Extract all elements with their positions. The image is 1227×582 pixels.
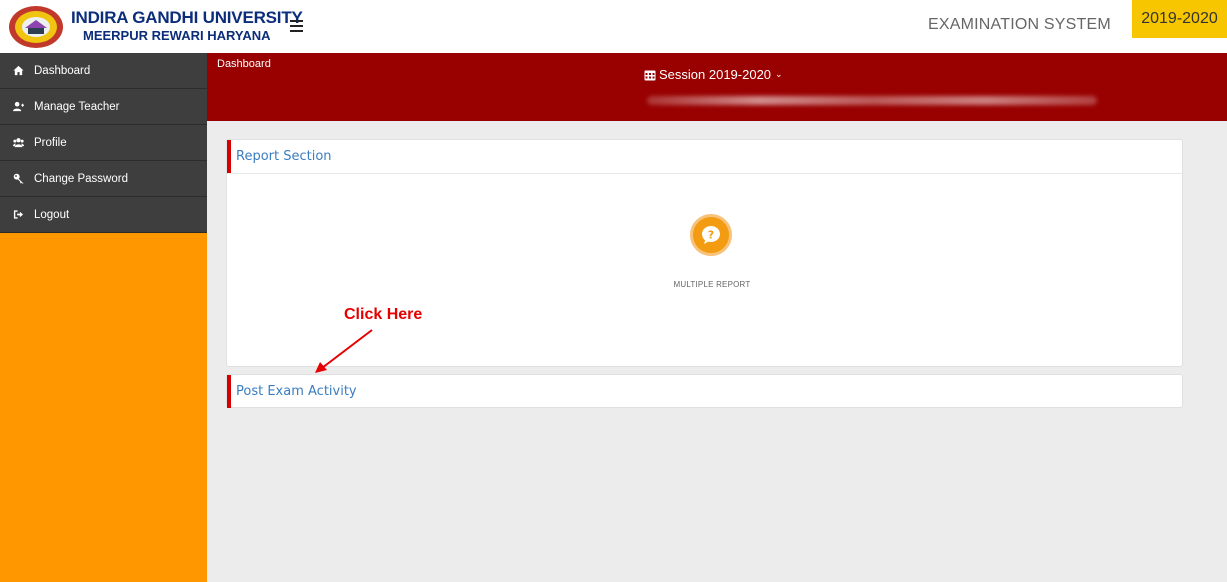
key-icon [12,173,24,185]
sidebar-item-dashboard[interactable]: Dashboard [0,53,207,89]
annotation-arrow-icon [315,329,373,373]
post-exam-activity-panel[interactable]: Post Exam Activity [226,374,1183,408]
sidebar-item-label: Logout [34,208,70,221]
sidebar-menu: Dashboard Manage Teacher Profile Change … [0,53,207,233]
post-exam-activity-title[interactable]: Post Exam Activity [236,384,357,399]
report-section-title: Report Section [236,149,332,164]
breadcrumb: Dashboard [217,58,271,70]
year-badge: 2019-2020 [1132,0,1227,38]
sign-out-icon [12,209,24,221]
university-location: MEERPUR REWARI HARYANA [83,28,271,43]
post-exam-activity-header[interactable]: Post Exam Activity [227,375,1182,408]
multiple-report-label: MULTIPLE REPORT [673,280,751,289]
sidebar-item-logout[interactable]: Logout [0,197,207,233]
question-bubble-icon: ? [702,226,720,244]
session-selector[interactable]: Session 2019-2020 ⌄ [644,67,783,82]
university-name: INDIRA GANDHI UNIVERSITY [71,8,303,27]
sidebar-item-manage-teacher[interactable]: Manage Teacher [0,89,207,125]
report-section-header: Report Section [227,140,1182,173]
session-label: Session 2019-2020 [659,67,772,82]
sidebar-item-label: Dashboard [34,64,91,77]
sidebar: Dashboard Manage Teacher Profile Change … [0,53,207,582]
system-title: EXAMINATION SYSTEM [928,16,1111,33]
sidebar-item-profile[interactable]: Profile [0,125,207,161]
users-icon [12,137,24,149]
click-here-annotation: Click Here [344,306,423,323]
svg-text:?: ? [708,229,714,242]
add-user-icon [12,101,24,113]
sidebar-item-label: Change Password [34,172,128,185]
multiple-report-button[interactable]: ? [690,214,732,256]
sidebar-item-label: Profile [34,136,67,149]
hamburger-menu-icon[interactable] [290,20,303,32]
calendar-icon [644,70,656,80]
university-logo [9,6,63,48]
redacted-college-name [647,96,1097,105]
sidebar-item-change-password[interactable]: Change Password [0,161,207,197]
sidebar-item-label: Manage Teacher [34,100,120,113]
home-icon [12,65,24,77]
header-band: Dashboard Session 2019-2020 ⌄ [207,53,1227,121]
top-bar: INDIRA GANDHI UNIVERSITY MEERPUR REWARI … [0,0,1227,53]
chevron-down-icon: ⌄ [775,69,783,79]
